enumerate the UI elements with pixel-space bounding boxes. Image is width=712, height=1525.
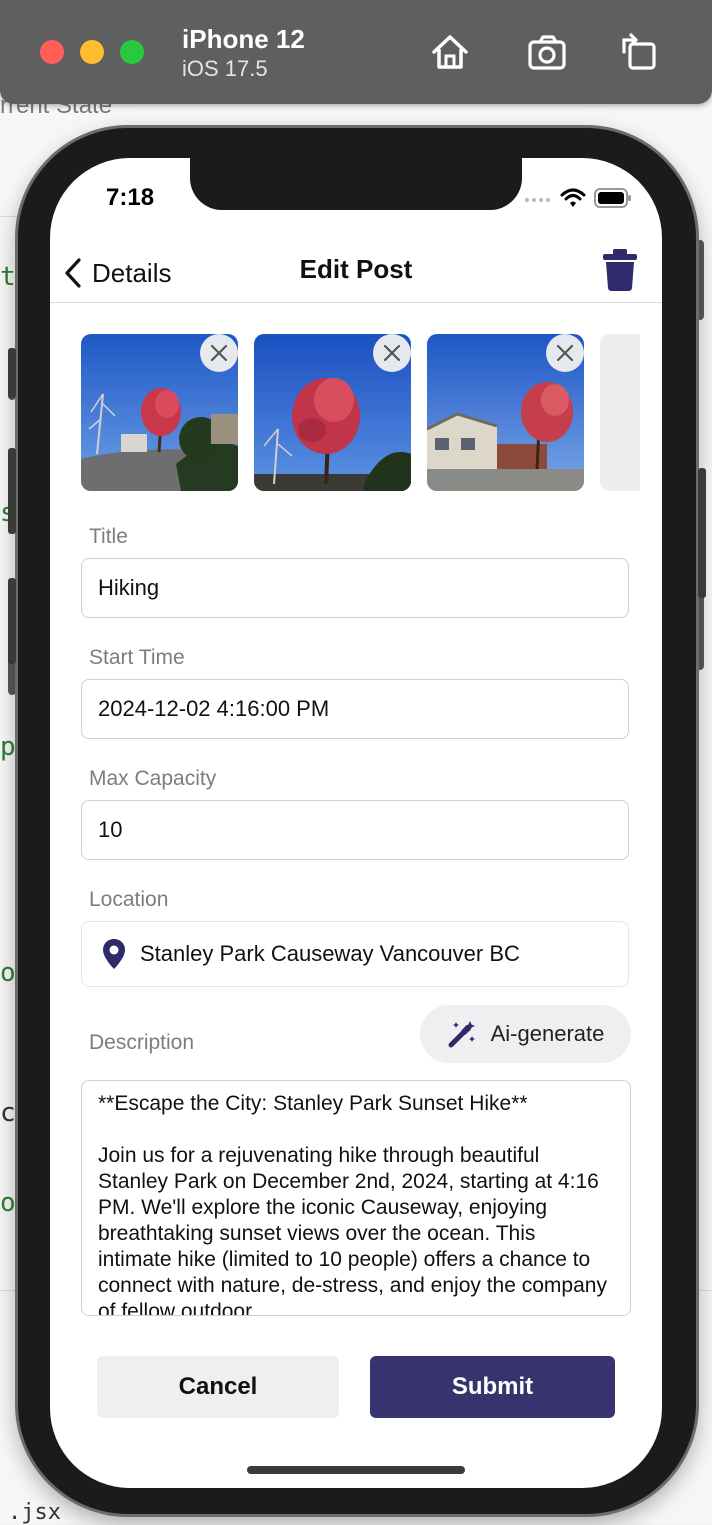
capacity-field[interactable]: 10 [81, 800, 629, 860]
title-field[interactable]: Hiking [81, 558, 629, 618]
location-label: Location [89, 888, 169, 911]
description-heading: **Escape the City: Stanley Park Sunset H… [98, 1092, 528, 1115]
photo-thumbnail[interactable] [81, 334, 238, 491]
power-button [698, 468, 706, 598]
description-label: Description [89, 1031, 195, 1054]
photo-thumbnail[interactable] [254, 334, 411, 491]
close-icon [210, 344, 228, 362]
location-field[interactable]: Stanley Park Causeway Vancouver BC [81, 921, 629, 987]
navigation-bar: Details Edit Post [50, 244, 662, 303]
minimize-window-button[interactable] [80, 40, 104, 64]
wifi-icon [560, 188, 586, 207]
zoom-window-button[interactable] [120, 40, 144, 64]
phone-screen: 7:18 Details Edit Post Title Hiking Star… [50, 158, 662, 1488]
start-time-field[interactable]: 2024-12-02 4:16:00 PM [81, 679, 629, 739]
magic-wand-icon [448, 1021, 475, 1048]
remove-photo-button[interactable] [373, 334, 411, 372]
volume-up-button [8, 448, 16, 534]
background-code-line: p [0, 732, 16, 762]
close-window-button[interactable] [40, 40, 64, 64]
background-scroll-marker [696, 240, 704, 320]
volume-down-button [8, 578, 16, 664]
photo-strip[interactable] [81, 334, 662, 492]
ai-generate-label: Ai-generate [490, 1021, 605, 1046]
description-body: Join us for a rejuvenating hike through … [98, 1144, 607, 1316]
background-code-line: .jsx [8, 1500, 61, 1525]
close-icon [556, 344, 574, 362]
remove-photo-button[interactable] [200, 334, 238, 372]
screenshot-icon[interactable] [526, 30, 570, 74]
status-time: 7:18 [106, 184, 155, 211]
battery-icon [594, 188, 631, 208]
location-value: Stanley Park Causeway Vancouver BC [140, 941, 520, 966]
page-title: Edit Post [299, 254, 413, 284]
cancel-button[interactable]: Cancel [97, 1356, 339, 1418]
submit-button[interactable]: Submit [370, 1356, 615, 1418]
start-time-label: Start Time [89, 646, 185, 669]
capacity-label: Max Capacity [89, 767, 217, 790]
simulator-device-name: iPhone 12 [182, 24, 305, 54]
ai-generate-button[interactable]: Ai-generate [420, 1005, 631, 1063]
simulator-os-version: iOS 17.5 [182, 56, 268, 81]
close-icon [383, 344, 401, 362]
add-photo-tile[interactable] [600, 334, 640, 491]
photo-thumbnail[interactable] [427, 334, 584, 491]
notch [190, 158, 522, 210]
trash-icon[interactable] [602, 248, 638, 292]
simulator-title-bar: iPhone 12 iOS 17.5 [0, 0, 712, 104]
title-label: Title [89, 525, 128, 548]
description-field[interactable]: **Escape the City: Stanley Park Sunset H… [81, 1080, 631, 1316]
mute-switch [8, 348, 16, 398]
location-pin-icon [103, 939, 125, 969]
signal-dots-icon [525, 198, 550, 202]
rotate-icon[interactable] [616, 30, 660, 74]
home-indicator [247, 1466, 465, 1474]
status-icons [524, 186, 632, 210]
home-icon[interactable] [428, 30, 472, 74]
remove-photo-button[interactable] [546, 334, 584, 372]
